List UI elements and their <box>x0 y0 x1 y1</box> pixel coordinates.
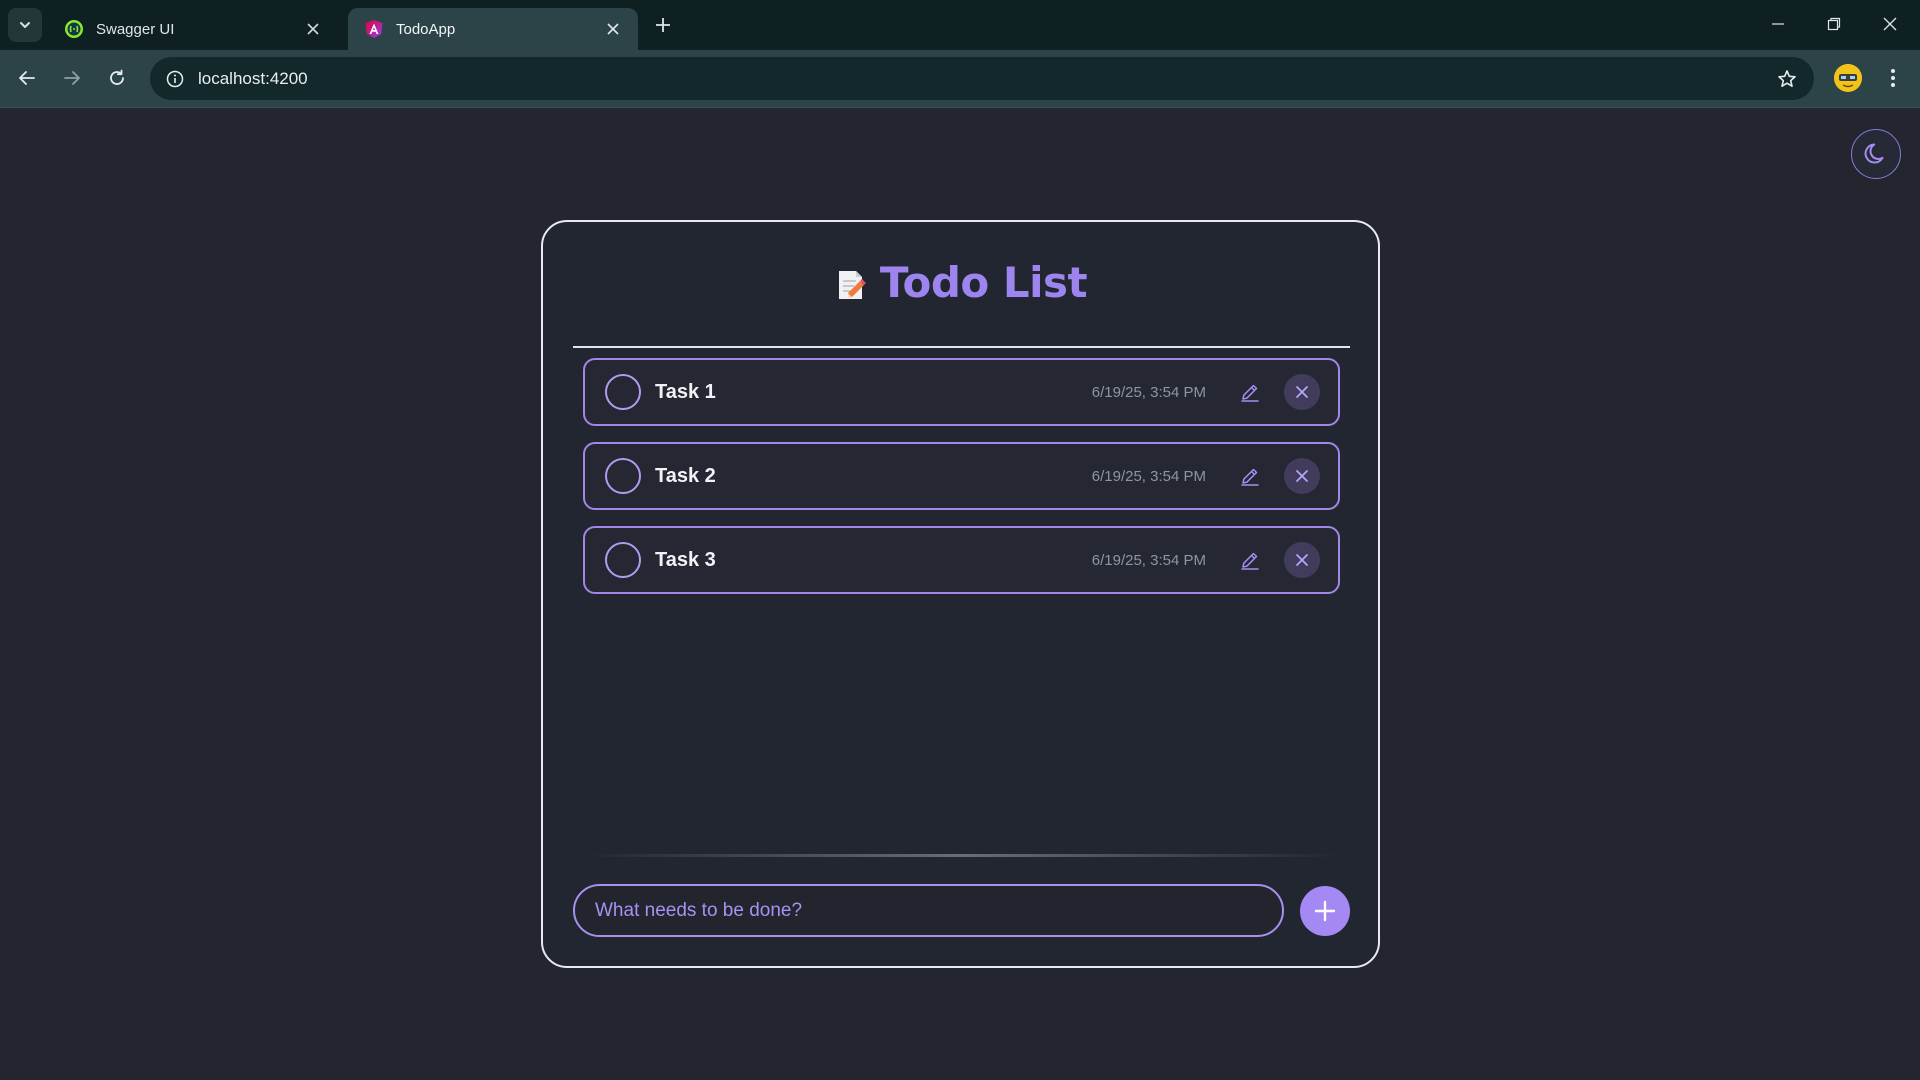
theme-toggle-button[interactable] <box>1851 129 1901 179</box>
delete-task-button[interactable] <box>1284 542 1320 578</box>
restore-icon <box>1827 17 1841 31</box>
close-icon <box>1296 470 1308 482</box>
browser-menu-button[interactable] <box>1880 64 1906 92</box>
swagger-favicon <box>65 20 83 38</box>
edit-task-button[interactable] <box>1236 378 1264 406</box>
task-label[interactable]: Task 3 <box>655 549 1092 572</box>
divider <box>583 854 1340 857</box>
back-button[interactable] <box>10 61 44 95</box>
task-list: Task 1 6/19/25, 3:54 PM Task 2 6/19/25, … <box>583 358 1340 610</box>
tab-swagger[interactable]: Swagger UI <box>48 8 338 50</box>
forward-button[interactable] <box>55 61 89 95</box>
close-icon <box>1296 386 1308 398</box>
memo-icon <box>838 271 866 299</box>
new-task-input[interactable] <box>573 884 1284 937</box>
profile-avatar[interactable] <box>1834 64 1862 92</box>
close-window-button[interactable] <box>1862 0 1918 48</box>
task-timestamp: 6/19/25, 3:54 PM <box>1091 551 1206 569</box>
pencil-icon <box>1241 384 1259 402</box>
list-item: Task 1 6/19/25, 3:54 PM <box>583 358 1340 426</box>
add-task-row <box>573 884 1350 938</box>
new-tab-button[interactable] <box>650 12 676 38</box>
task-label[interactable]: Task 1 <box>655 381 1092 404</box>
tab-close-icon[interactable] <box>602 18 624 40</box>
chevron-down-icon <box>20 22 30 28</box>
close-icon <box>1296 554 1308 566</box>
close-icon <box>1883 17 1897 31</box>
tab-title: Swagger UI <box>96 20 175 38</box>
task-label[interactable]: Task 2 <box>655 465 1092 488</box>
arrow-left-icon <box>19 71 35 85</box>
address-text: localhost:4200 <box>198 68 308 88</box>
delete-task-button[interactable] <box>1284 458 1320 494</box>
task-timestamp: 6/19/25, 3:54 PM <box>1091 467 1206 485</box>
tab-todoapp[interactable]: TodoApp <box>348 8 638 50</box>
restore-button[interactable] <box>1806 0 1862 48</box>
browser-toolbar: localhost:4200 <box>0 50 1920 108</box>
pencil-icon <box>1241 468 1259 486</box>
reload-icon <box>110 69 124 85</box>
site-info-icon[interactable] <box>162 66 188 92</box>
card-header: Todo List <box>573 258 1350 348</box>
add-task-button[interactable] <box>1300 886 1350 936</box>
reload-button[interactable] <box>100 61 134 95</box>
minimize-button[interactable] <box>1750 0 1806 48</box>
tab-strip: Swagger UI TodoApp <box>0 0 1920 50</box>
task-checkbox[interactable] <box>605 374 641 410</box>
more-vertical-icon <box>1891 69 1895 87</box>
task-checkbox[interactable] <box>605 458 641 494</box>
address-bar[interactable]: localhost:4200 <box>150 57 1814 100</box>
minimize-icon <box>1772 23 1784 25</box>
moon-icon <box>1864 143 1884 164</box>
delete-task-button[interactable] <box>1284 374 1320 410</box>
list-item: Task 3 6/19/25, 3:54 PM <box>583 526 1340 594</box>
edit-task-button[interactable] <box>1236 546 1264 574</box>
list-item: Task 2 6/19/25, 3:54 PM <box>583 442 1340 510</box>
bookmark-star-icon[interactable] <box>1774 66 1800 92</box>
plus-icon <box>656 18 670 32</box>
page-title: Todo List <box>879 258 1088 307</box>
avatar-icon <box>1834 64 1862 92</box>
pencil-icon <box>1241 552 1259 570</box>
tab-close-icon[interactable] <box>302 18 324 40</box>
todo-card: Todo List Task 1 6/19/25, 3:54 PM Task 2… <box>541 220 1380 968</box>
task-timestamp: 6/19/25, 3:54 PM <box>1091 383 1206 401</box>
angular-favicon <box>365 20 383 38</box>
tab-title: TodoApp <box>396 20 456 38</box>
arrow-right-icon <box>64 71 80 85</box>
task-checkbox[interactable] <box>605 542 641 578</box>
plus-icon <box>1314 900 1336 922</box>
edit-task-button[interactable] <box>1236 462 1264 490</box>
tab-search-button[interactable] <box>8 8 42 42</box>
